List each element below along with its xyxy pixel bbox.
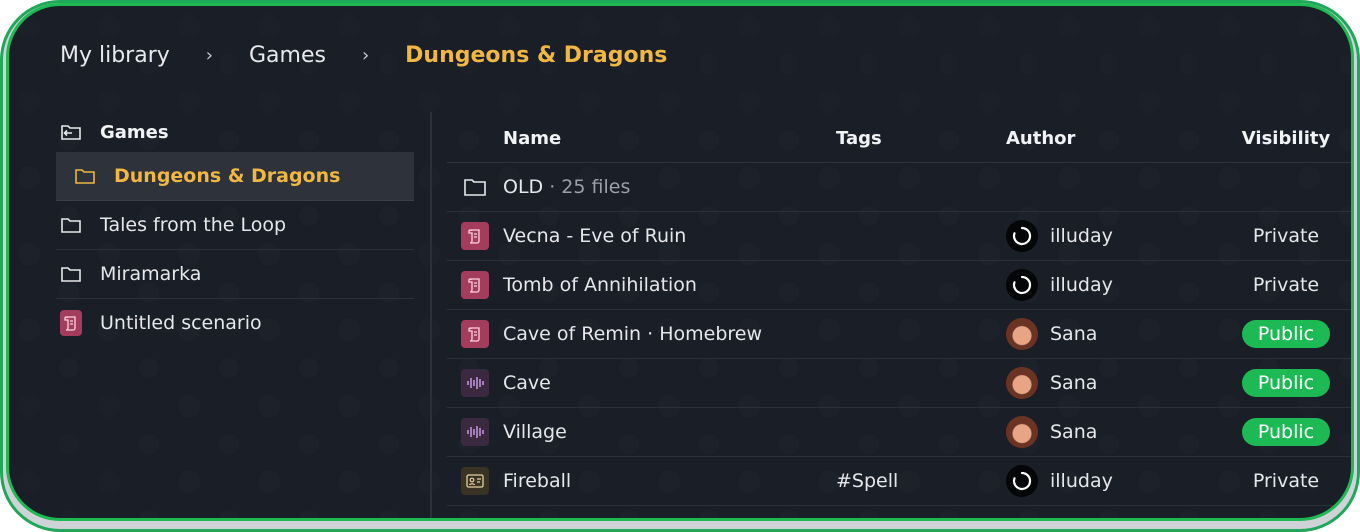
- breadcrumb-games[interactable]: Games: [249, 43, 326, 68]
- column-header-visibility[interactable]: Visibility: [1216, 128, 1351, 149]
- breadcrumb: My library › Games › Dungeons & Dragons: [60, 40, 667, 70]
- column-header-name[interactable]: Name: [503, 128, 836, 149]
- author-name: illuday: [1050, 274, 1113, 296]
- avatar: [1006, 465, 1038, 497]
- sidebar-item-label: Dungeons & Dragons: [114, 165, 341, 187]
- table-row[interactable]: Fireball #Spell illuday Private: [447, 457, 1351, 506]
- breadcrumb-separator-icon: ›: [205, 44, 213, 66]
- column-header-author[interactable]: Author: [1006, 128, 1216, 149]
- file-name: Village: [503, 421, 567, 443]
- sidebar-item-label: Untitled scenario: [100, 312, 262, 334]
- sidebar-back-games[interactable]: Games: [56, 112, 414, 152]
- column-header-tags[interactable]: Tags: [836, 128, 1006, 149]
- scenario-icon: [461, 271, 489, 299]
- scenario-icon: [461, 320, 489, 348]
- author-name: Sana: [1050, 421, 1098, 443]
- table-row[interactable]: Village Sana Public: [447, 408, 1351, 457]
- sidebar-divider: [430, 112, 432, 518]
- avatar: [1006, 318, 1038, 350]
- file-tags[interactable]: #Spell: [836, 470, 1006, 492]
- library-panel: My library › Games › Dungeons & Dragons …: [6, 3, 1354, 521]
- sidebar-item-untitled-scenario[interactable]: Untitled scenario: [56, 299, 414, 347]
- sidebar-item-label: Miramarka: [100, 263, 202, 285]
- breadcrumb-my-library[interactable]: My library: [60, 43, 170, 68]
- breadcrumb-separator-icon: ›: [361, 44, 370, 66]
- table-row[interactable]: Cave Sana Public: [447, 359, 1351, 408]
- table-row[interactable]: Tomb of Annihilation illuday Private: [447, 261, 1351, 310]
- folder-file-count: · 25 files: [543, 176, 631, 198]
- author-name: Sana: [1050, 372, 1098, 394]
- file-name: Vecna - Eve of Ruin: [503, 225, 687, 247]
- breadcrumb-current: Dungeons & Dragons: [405, 42, 668, 68]
- file-name: Cave: [503, 372, 551, 394]
- folder-title: OLD: [503, 176, 544, 198]
- files-table: Name Tags Author Visibility OLD · 25 fil…: [447, 114, 1351, 506]
- table-row[interactable]: Vecna - Eve of Ruin illuday Private: [447, 212, 1351, 261]
- folder-back-icon: [60, 121, 82, 143]
- avatar: [1006, 367, 1038, 399]
- folder-row[interactable]: OLD · 25 files: [447, 163, 1351, 212]
- folder-name: OLD · 25 files: [503, 176, 836, 198]
- sidebar-item-miramarka[interactable]: Miramarka: [56, 250, 414, 299]
- file-name: Cave of Remin · Homebrew: [503, 323, 763, 345]
- app-frame: My library › Games › Dungeons & Dragons …: [0, 0, 1360, 532]
- audio-waveform-icon: [461, 369, 489, 397]
- sidebar: Games Dungeons & Dragons Tales from the …: [56, 112, 414, 347]
- file-name: Fireball: [503, 470, 572, 492]
- visibility-status[interactable]: Private: [1253, 470, 1319, 492]
- sidebar-item-label: Tales from the Loop: [100, 214, 287, 236]
- author-name: Sana: [1050, 323, 1098, 345]
- author-name: illuday: [1050, 225, 1113, 247]
- table-header: Name Tags Author Visibility: [447, 114, 1351, 163]
- folder-icon: [74, 165, 96, 187]
- folder-icon: [60, 214, 82, 236]
- visibility-badge[interactable]: Public: [1241, 320, 1331, 348]
- author-name: illuday: [1050, 470, 1113, 492]
- audio-waveform-icon: [461, 418, 489, 446]
- avatar: [1006, 269, 1038, 301]
- visibility-status[interactable]: Private: [1253, 274, 1319, 296]
- file-name: Tomb of Annihilation: [503, 274, 697, 296]
- scenario-icon: [60, 310, 82, 336]
- folder-icon: [60, 263, 82, 285]
- sidebar-root-label: Games: [100, 121, 169, 143]
- visibility-badge[interactable]: Public: [1241, 418, 1331, 446]
- visibility-status[interactable]: Private: [1253, 225, 1319, 247]
- sidebar-item-tales-from-the-loop[interactable]: Tales from the Loop: [56, 201, 414, 250]
- sidebar-item-dungeons-dragons[interactable]: Dungeons & Dragons: [56, 152, 414, 201]
- visibility-badge[interactable]: Public: [1241, 369, 1331, 397]
- scenario-icon: [461, 222, 489, 250]
- id-card-icon: [461, 467, 489, 495]
- folder-icon: [447, 177, 503, 197]
- avatar: [1006, 220, 1038, 252]
- avatar: [1006, 416, 1038, 448]
- table-row[interactable]: Cave of Remin · Homebrew Sana Public: [447, 310, 1351, 359]
